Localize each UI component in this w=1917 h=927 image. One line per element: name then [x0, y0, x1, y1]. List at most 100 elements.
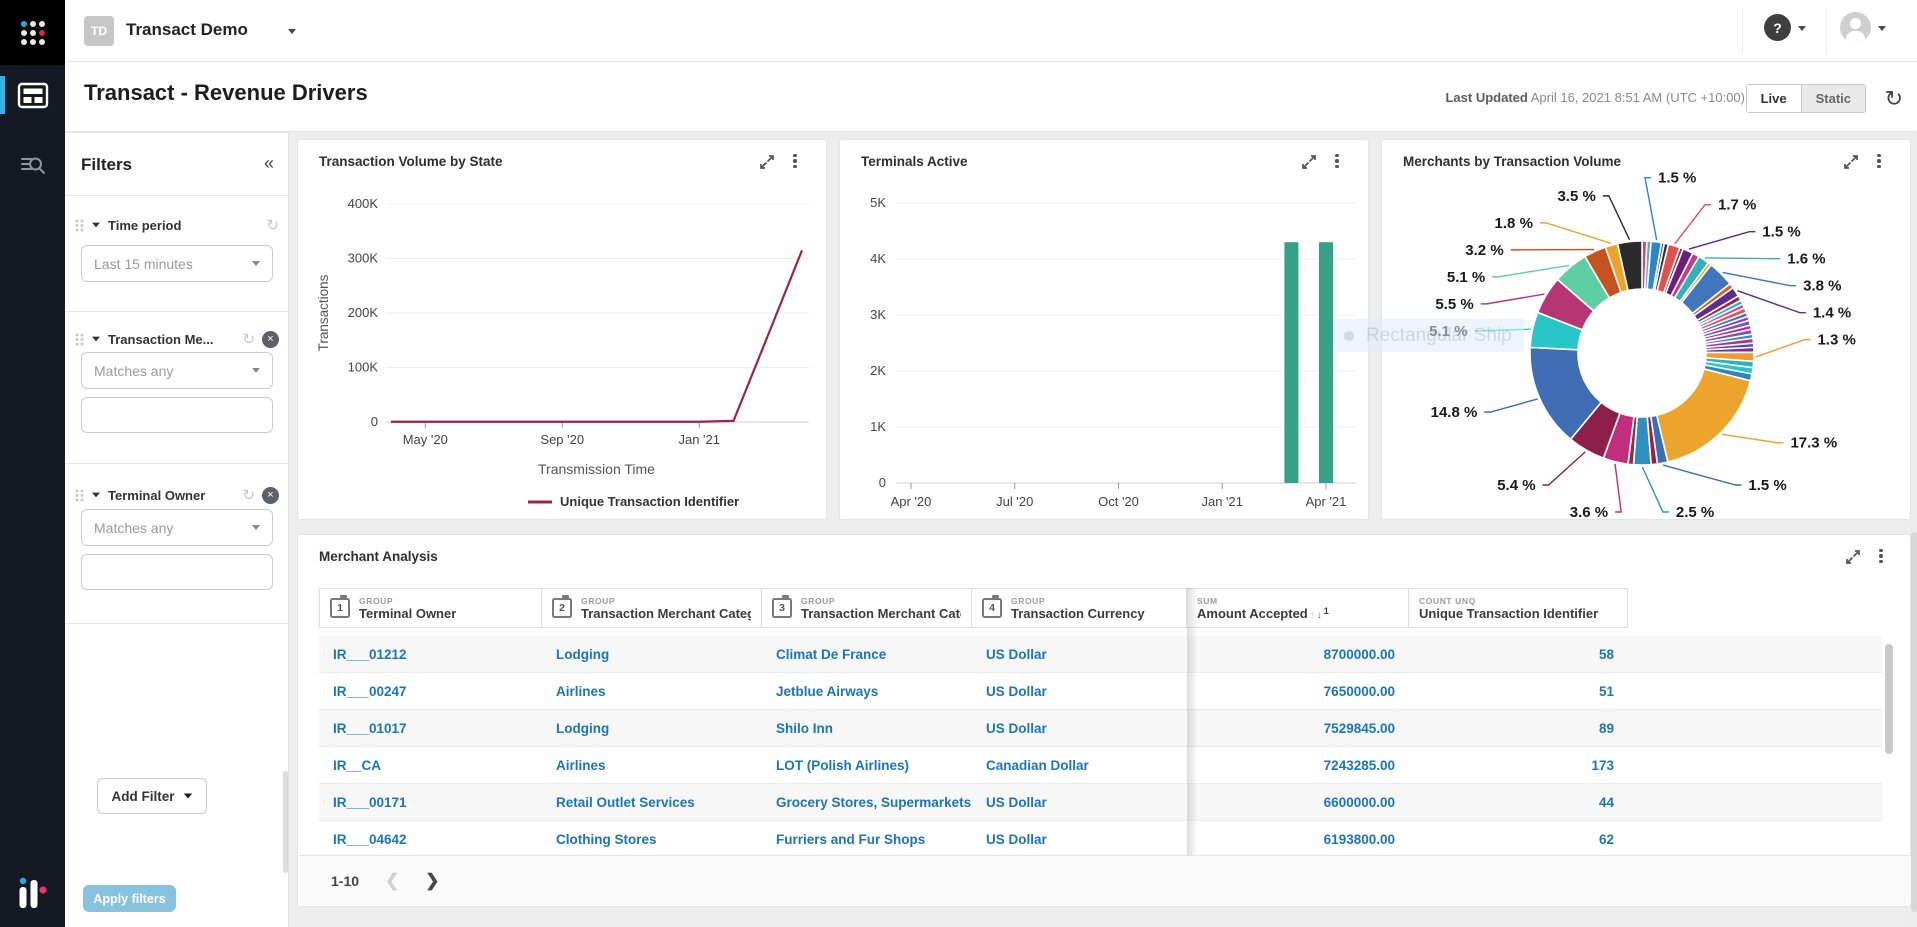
- table-cell-link[interactable]: IR___04642: [319, 821, 542, 858]
- column-header-transaction-currency[interactable]: 4GROUPTransaction Currency: [972, 588, 1187, 628]
- remove-filter-icon[interactable]: ×: [262, 487, 279, 504]
- column-header-unique-transaction-identifier[interactable]: COUNT UNQUnique Transaction Identifier: [1409, 588, 1628, 628]
- table-cell-link[interactable]: US Dollar: [972, 710, 1187, 747]
- page-scrollbar[interactable]: [1911, 132, 1917, 927]
- remove-filter-icon[interactable]: ×: [262, 331, 279, 348]
- pagination-next-icon[interactable]: ❯: [425, 871, 439, 891]
- column-header-amount-accepted[interactable]: SUMAmount Accepted↑↓1: [1187, 588, 1409, 628]
- tenant-name[interactable]: Transact Demo: [126, 20, 248, 40]
- column-header-transaction-merchant-categ-[interactable]: 2GROUPTransaction Merchant Categ...: [542, 588, 762, 628]
- reset-filter-icon[interactable]: ↻: [242, 330, 255, 348]
- table-cell-link[interactable]: Clothing Stores: [542, 821, 762, 858]
- terminal-owner-value-input[interactable]: [81, 554, 273, 590]
- static-toggle-option[interactable]: Static: [1801, 85, 1865, 112]
- collapse-group-icon[interactable]: [92, 337, 100, 342]
- table-cell-link[interactable]: 89: [1409, 710, 1628, 747]
- live-toggle-option[interactable]: Live: [1747, 85, 1801, 112]
- table-footer: 1-10 ❮ ❯: [299, 855, 1911, 905]
- table-cell-link[interactable]: 51: [1409, 673, 1628, 710]
- chevron-down-icon: [183, 793, 192, 798]
- table-cell-link[interactable]: US Dollar: [972, 784, 1187, 821]
- table-cell-link[interactable]: IR__CA: [319, 747, 542, 784]
- collapse-group-icon[interactable]: [92, 223, 100, 228]
- table-cell-link[interactable]: 58: [1409, 636, 1628, 673]
- table-cell-link[interactable]: 62: [1409, 821, 1628, 858]
- table-row: IR___01212LodgingClimat De FranceUS Doll…: [319, 636, 1882, 673]
- svg-text:Transactions: Transactions: [316, 274, 331, 351]
- table-cell-link[interactable]: 7529845.00: [1187, 710, 1409, 747]
- expand-icon[interactable]: [1844, 548, 1862, 566]
- transaction-merchant-value-input[interactable]: [81, 397, 273, 433]
- sort-asc-icon[interactable]: ↑: [1310, 610, 1315, 621]
- reset-filter-icon[interactable]: ↻: [242, 486, 255, 504]
- column-header-terminal-owner[interactable]: 1GROUPTerminal Owner: [319, 588, 542, 628]
- table-cell-link[interactable]: IR___00171: [319, 784, 542, 821]
- apply-filters-button[interactable]: Apply filters: [83, 885, 176, 912]
- pagination-prev-icon[interactable]: ❮: [385, 871, 399, 891]
- table-scrollbar[interactable]: [1885, 644, 1893, 754]
- ghost-tooltip-text: Rectangular Ship: [1366, 325, 1512, 347]
- filter-group-label: Transaction Me...: [108, 332, 235, 347]
- table-cell-link[interactable]: 8700000.00: [1187, 636, 1409, 673]
- table-cell-link[interactable]: IR___01212: [319, 636, 542, 673]
- table-cell-link[interactable]: Furriers and Fur Shops: [762, 821, 972, 858]
- terminal-owner-operator-select[interactable]: Matches any: [81, 509, 273, 546]
- column-header-transaction-merchant-categ-[interactable]: 3GROUPTransaction Merchant Categ...: [762, 588, 972, 628]
- table-cell-link[interactable]: Lodging: [542, 636, 762, 673]
- table-cell-link[interactable]: 173: [1409, 747, 1628, 784]
- drag-handle-icon[interactable]: [75, 219, 84, 232]
- table-cell-link[interactable]: Shilo Inn: [762, 710, 972, 747]
- table-row: IR___01017LodgingShilo InnUS Dollar75298…: [319, 710, 1882, 747]
- svg-text:3.2 %: 3.2 %: [1465, 242, 1503, 259]
- svg-text:1.8 %: 1.8 %: [1495, 215, 1533, 232]
- table-cell-link[interactable]: US Dollar: [972, 821, 1187, 858]
- svg-text:3K: 3K: [870, 307, 886, 322]
- table-cell-link[interactable]: 7243285.00: [1187, 747, 1409, 784]
- table-cell-link[interactable]: 44: [1409, 784, 1628, 821]
- drag-handle-icon[interactable]: [75, 489, 84, 502]
- line-chart[interactable]: 0100K200K300K400KMay '20Sep '20Jan '21Tr…: [298, 140, 828, 521]
- add-filter-button[interactable]: Add Filter: [97, 778, 207, 814]
- table-cell-link[interactable]: Lodging: [542, 710, 762, 747]
- collapse-filters-icon[interactable]: «: [264, 153, 274, 174]
- svg-text:1.5 %: 1.5 %: [1748, 477, 1786, 494]
- table-cell-link[interactable]: Grocery Stores, Supermarkets: [762, 784, 972, 821]
- logo-dots-icon: [17, 17, 49, 49]
- refresh-dashboard-button[interactable]: ↻: [1885, 86, 1903, 112]
- reset-filter-icon[interactable]: ↻: [266, 216, 279, 234]
- table-cell-link[interactable]: Airlines: [542, 747, 762, 784]
- user-avatar[interactable]: [1840, 12, 1871, 43]
- table-cell-link[interactable]: US Dollar: [972, 673, 1187, 710]
- table-cell-link[interactable]: LOT (Polish Airlines): [762, 747, 972, 784]
- drag-handle-icon[interactable]: [75, 333, 84, 346]
- incorta-logo[interactable]: [0, 0, 65, 65]
- divider: [65, 195, 289, 196]
- filters-scrollbar[interactable]: [283, 771, 288, 873]
- table-cell-link[interactable]: Canadian Dollar: [972, 747, 1187, 784]
- column-name: Transaction Currency: [1011, 606, 1145, 621]
- bar-chart[interactable]: 01K2K3K4K5KApr '20Jul '20Oct '20Jan '21A…: [840, 140, 1370, 521]
- table-cell-link[interactable]: Jetblue Airways: [762, 673, 972, 710]
- sidebar-item-dashboards[interactable]: [0, 73, 65, 117]
- table-cell-link[interactable]: 6600000.00: [1187, 784, 1409, 821]
- tenant-chevron-down-icon[interactable]: [288, 29, 296, 34]
- table-cell-link[interactable]: Retail Outlet Services: [542, 784, 762, 821]
- table-cell-link[interactable]: IR___00247: [319, 673, 542, 710]
- table-cell-link[interactable]: Airlines: [542, 673, 762, 710]
- sort-desc-icon[interactable]: ↓: [1317, 610, 1322, 621]
- svg-text:1.4 %: 1.4 %: [1813, 305, 1851, 322]
- collapse-group-icon[interactable]: [92, 493, 100, 498]
- table-cell-link[interactable]: US Dollar: [972, 636, 1187, 673]
- help-button[interactable]: ?: [1764, 14, 1791, 41]
- time-period-select[interactable]: Last 15 minutes: [81, 245, 273, 282]
- help-chevron-down-icon[interactable]: [1798, 26, 1806, 31]
- user-chevron-down-icon[interactable]: [1878, 26, 1886, 31]
- kebab-menu-icon[interactable]: [1878, 547, 1884, 565]
- svg-text:5.1 %: 5.1 %: [1447, 269, 1485, 286]
- table-cell-link[interactable]: Climat De France: [762, 636, 972, 673]
- table-cell-link[interactable]: IR___01017: [319, 710, 542, 747]
- transaction-merchant-operator-select[interactable]: Matches any: [81, 352, 273, 389]
- table-cell-link[interactable]: 7650000.00: [1187, 673, 1409, 710]
- table-cell-link[interactable]: 6193800.00: [1187, 821, 1409, 858]
- sidebar-item-explore[interactable]: [0, 143, 65, 187]
